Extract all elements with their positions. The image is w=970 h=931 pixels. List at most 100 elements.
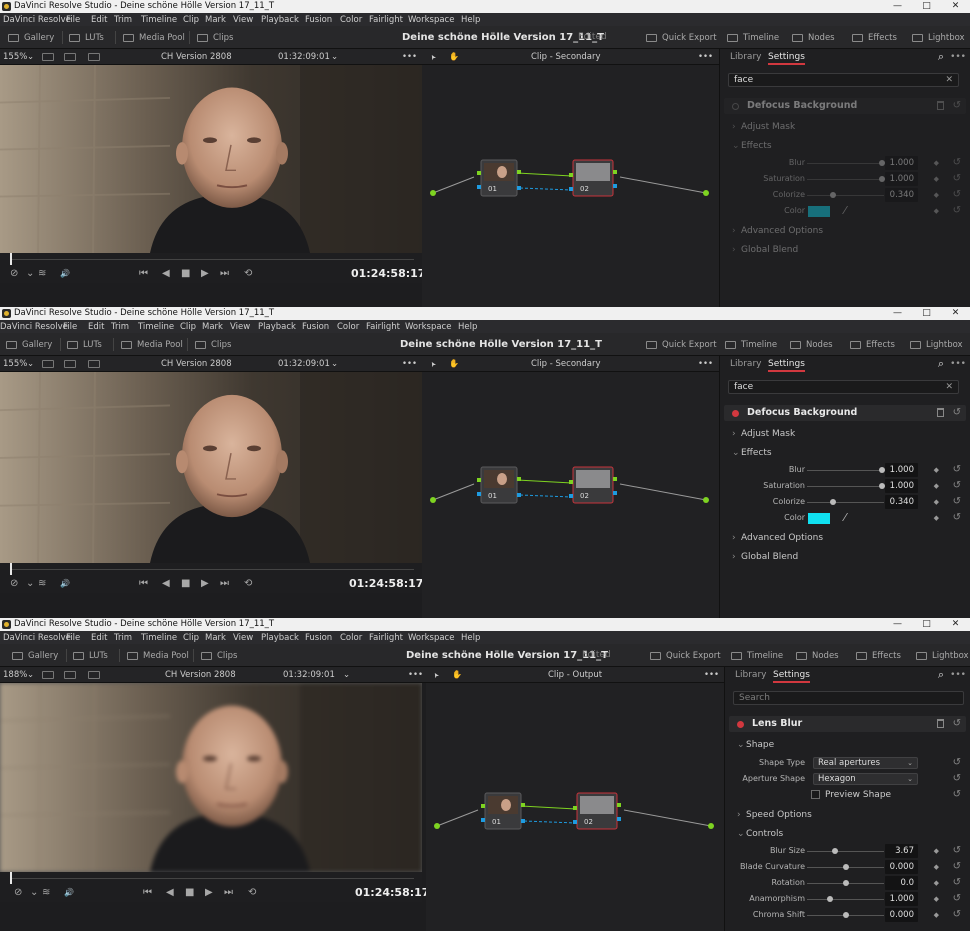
jump-to-start-icon[interactable]: ⏮ (139, 265, 148, 283)
color-swatch[interactable] (808, 206, 830, 217)
clip-mode-selector[interactable]: Clip - Secondary (531, 356, 601, 372)
timeline-scrubber[interactable] (0, 253, 422, 265)
menu-item-fusion[interactable]: Fusion (305, 633, 332, 643)
menu-item-trim[interactable]: Trim (114, 633, 132, 643)
effects-search-input[interactable]: face ✕ (728, 73, 959, 87)
scopes-icon[interactable]: ⊘ (10, 265, 18, 283)
reset-icon[interactable]: ↺ (953, 495, 961, 509)
slider-handle[interactable] (842, 864, 849, 870)
zoom-dropdown[interactable]: 155% (3, 356, 27, 372)
section-global-blend[interactable]: › Global Blend (732, 243, 798, 257)
clips-button[interactable]: Clips (195, 333, 231, 356)
menu-item-playback[interactable]: Playback (258, 322, 296, 332)
hand-tool-icon[interactable]: ✋ (452, 667, 462, 683)
timeline-button[interactable]: Timeline (731, 644, 783, 667)
param-slider[interactable] (807, 467, 886, 473)
shape-type-dropdown[interactable]: Real apertures ⌄ (813, 757, 918, 769)
param-value-field[interactable]: 0.340 (885, 188, 918, 202)
node-01[interactable]: 01 (480, 466, 518, 504)
node-graph[interactable]: 01 02 (422, 65, 719, 307)
param-slider[interactable] (807, 864, 884, 870)
lightbox-button[interactable]: Lightbox (916, 644, 969, 667)
play-reverse-icon[interactable]: ◀ (162, 575, 170, 593)
menu-item-timeline[interactable]: Timeline (141, 633, 177, 643)
param-value-field[interactable]: 1.000 (885, 463, 918, 477)
menu-item-mark[interactable]: Mark (205, 15, 226, 25)
pointer-tool-icon[interactable]: ➤ (427, 358, 441, 369)
more-options-icon[interactable]: ••• (402, 356, 417, 372)
split-viewer-icon[interactable] (64, 360, 76, 368)
slider-handle[interactable] (842, 912, 849, 918)
jump-to-start-icon[interactable]: ⏮ (143, 884, 152, 902)
node-02[interactable]: 02 (572, 159, 614, 197)
delete-effect-icon[interactable] (937, 408, 944, 417)
jump-to-end-icon[interactable]: ⏭ (224, 884, 233, 902)
menu-item-file[interactable]: File (66, 15, 80, 25)
jump-to-end-icon[interactable]: ⏭ (220, 265, 229, 283)
keyframe-icon[interactable]: ◆ (934, 479, 939, 493)
param-slider[interactable] (807, 160, 886, 166)
delete-effect-icon[interactable] (937, 101, 944, 110)
reset-icon[interactable]: ↺ (953, 204, 961, 218)
node-01[interactable]: 01 (484, 792, 522, 830)
node-graph[interactable]: 01 02 (422, 372, 719, 618)
reset-effect-icon[interactable]: ↺ (953, 98, 961, 114)
node-02[interactable]: 02 (576, 792, 618, 830)
keyframe-icon[interactable]: ◆ (934, 892, 939, 906)
menu-item-timeline[interactable]: Timeline (138, 322, 174, 332)
layers-icon[interactable]: ≋ (38, 575, 46, 593)
keyframe-icon[interactable]: ◆ (934, 463, 939, 477)
menu-item-clip[interactable]: Clip (180, 322, 196, 332)
reset-icon[interactable]: ↺ (953, 788, 961, 802)
close-icon[interactable]: ✕ (941, 307, 970, 320)
layers-icon[interactable]: ≋ (42, 884, 50, 902)
gallery-button[interactable]: Gallery (12, 644, 58, 667)
media-pool-button[interactable]: Media Pool (121, 333, 183, 356)
close-icon[interactable]: ✕ (941, 0, 970, 13)
param-value-field[interactable]: 3.67 (885, 844, 918, 858)
close-icon[interactable]: ✕ (941, 618, 970, 631)
loop-icon[interactable]: ⟲ (248, 884, 256, 902)
play-reverse-icon[interactable]: ◀ (162, 265, 170, 283)
volume-icon[interactable]: 🔊 (60, 575, 70, 593)
param-slider[interactable] (807, 176, 886, 182)
hand-tool-icon[interactable]: ✋ (449, 356, 459, 372)
effects-button[interactable]: Effects (850, 333, 895, 356)
effect-header[interactable]: Lens Blur ↺ (729, 716, 966, 732)
menu-item-trim[interactable]: Trim (111, 322, 129, 332)
aperture-shape-dropdown[interactable]: Hexagon ⌄ (813, 773, 918, 785)
slider-handle[interactable] (830, 499, 837, 505)
maximize-icon[interactable]: □ (912, 307, 941, 320)
effects-search-input[interactable]: Search (733, 691, 964, 705)
reset-icon[interactable]: ↺ (953, 908, 961, 922)
menu-item-edit[interactable]: Edit (91, 15, 107, 25)
slider-handle[interactable] (832, 848, 839, 854)
param-slider[interactable] (807, 896, 884, 902)
param-value-field[interactable]: 0.0 (885, 876, 918, 890)
menu-item-trim[interactable]: Trim (114, 15, 132, 25)
color-swatch[interactable] (808, 513, 830, 524)
lightbox-button[interactable]: Lightbox (912, 26, 965, 49)
menu-item-clip[interactable]: Clip (183, 15, 199, 25)
reset-effect-icon[interactable]: ↺ (953, 405, 961, 421)
jump-to-end-icon[interactable]: ⏭ (220, 575, 229, 593)
effects-button[interactable]: Effects (852, 26, 897, 49)
menu-item-fairlight[interactable]: Fairlight (369, 633, 403, 643)
stop-icon[interactable]: ■ (181, 575, 190, 593)
video-viewer[interactable] (0, 65, 422, 253)
reset-icon[interactable]: ↺ (953, 463, 961, 477)
reset-icon[interactable]: ↺ (953, 188, 961, 202)
scopes-icon[interactable]: ⊘ (14, 884, 22, 902)
keyframe-icon[interactable]: ◆ (934, 156, 939, 170)
keyframe-icon[interactable]: ◆ (934, 188, 939, 202)
timecode-field[interactable]: 01:32:09:01 (278, 49, 330, 65)
clip-mode-selector[interactable]: Clip - Output (548, 667, 602, 683)
param-value-field[interactable]: 0.340 (885, 495, 918, 509)
menu-item-timeline[interactable]: Timeline (141, 15, 177, 25)
reset-icon[interactable]: ↺ (953, 876, 961, 890)
luts-button[interactable]: LUTs (67, 333, 102, 356)
menu-item-fusion[interactable]: Fusion (302, 322, 329, 332)
reset-icon[interactable]: ↺ (953, 172, 961, 186)
section-effects[interactable]: ⌄Effects (732, 139, 772, 153)
single-viewer-icon[interactable] (42, 360, 54, 368)
